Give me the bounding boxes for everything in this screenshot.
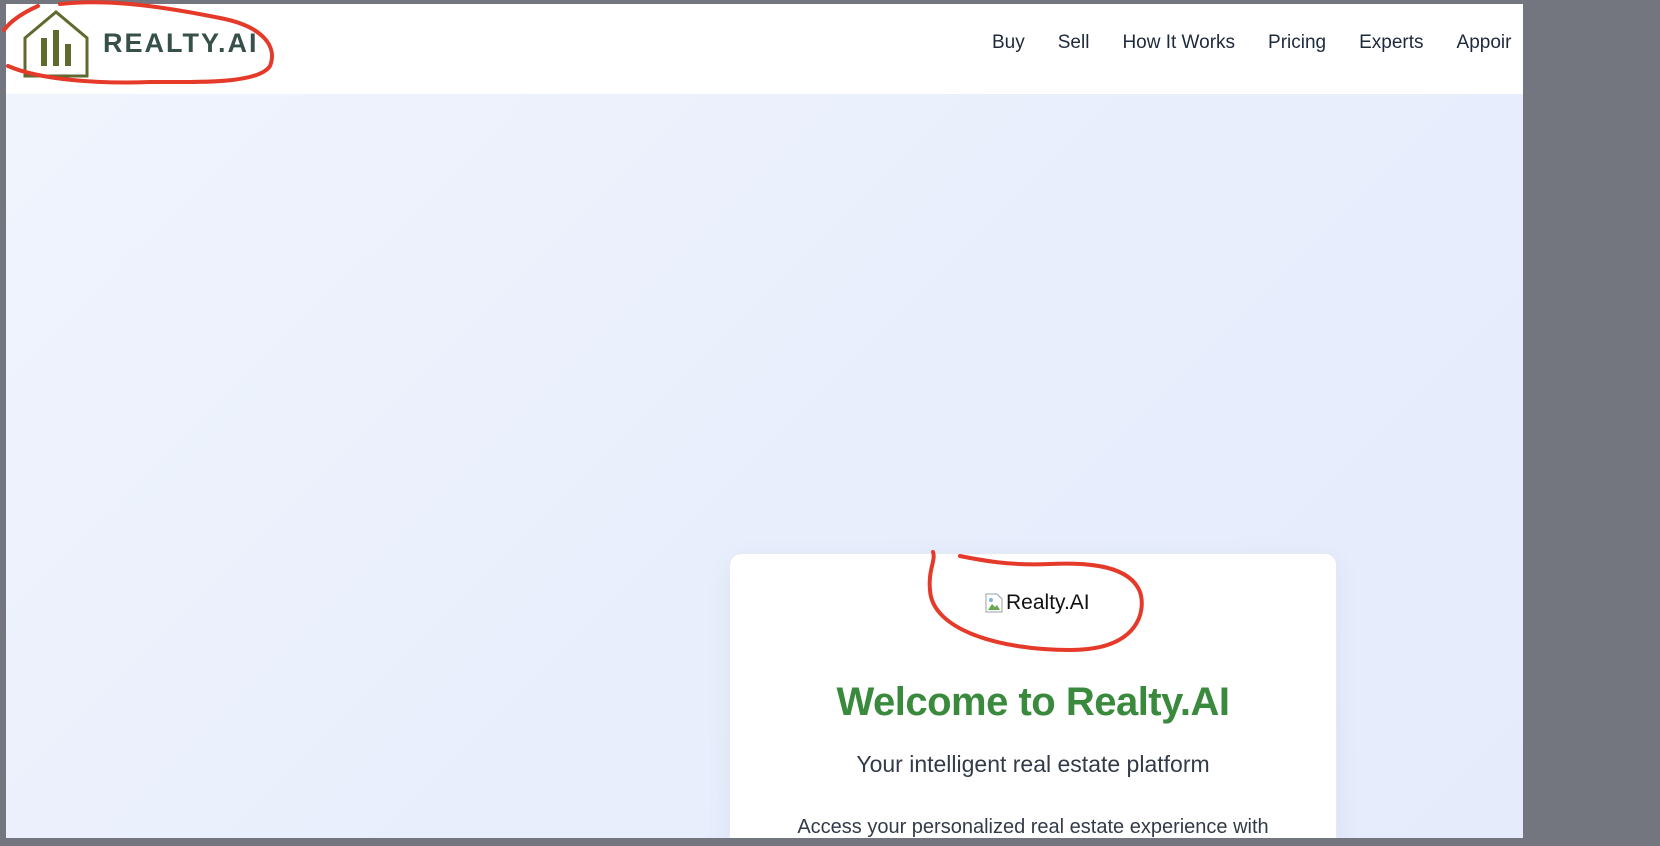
main-nav: Buy Sell How It Works Pricing Experts Ap… (992, 32, 1523, 54)
nav-pricing[interactable]: Pricing (1268, 32, 1326, 54)
welcome-body-text: Access your personalized real estate exp… (797, 816, 1269, 838)
welcome-subtitle: Your intelligent real estate platform (856, 751, 1210, 777)
card-logo-image: Realty.AI (985, 591, 1090, 615)
nav-buy[interactable]: Buy (992, 32, 1025, 54)
welcome-title: Welcome to Realty.AI (836, 680, 1230, 724)
outer-frame-top (0, 0, 1660, 4)
nav-how-it-works[interactable]: How It Works (1122, 32, 1235, 54)
welcome-card: Realty.AI Welcome to Realty.AI Your inte… (729, 553, 1337, 838)
house-bar-chart-icon (23, 10, 89, 78)
browser-viewport: REALTY.AI Buy Sell How It Works Pricing … (6, 4, 1523, 838)
broken-image-icon (985, 593, 1003, 613)
brand-logo[interactable]: REALTY.AI (21, 8, 259, 78)
navbar: REALTY.AI Buy Sell How It Works Pricing … (6, 4, 1523, 94)
nav-appointments[interactable]: Appoir (1457, 32, 1512, 54)
nav-sell[interactable]: Sell (1058, 32, 1090, 54)
nav-experts[interactable]: Experts (1359, 32, 1423, 54)
outer-frame-bottom (0, 838, 1660, 846)
brand-name: REALTY.AI (103, 27, 259, 58)
card-logo-alt-text: Realty.AI (1006, 591, 1090, 614)
